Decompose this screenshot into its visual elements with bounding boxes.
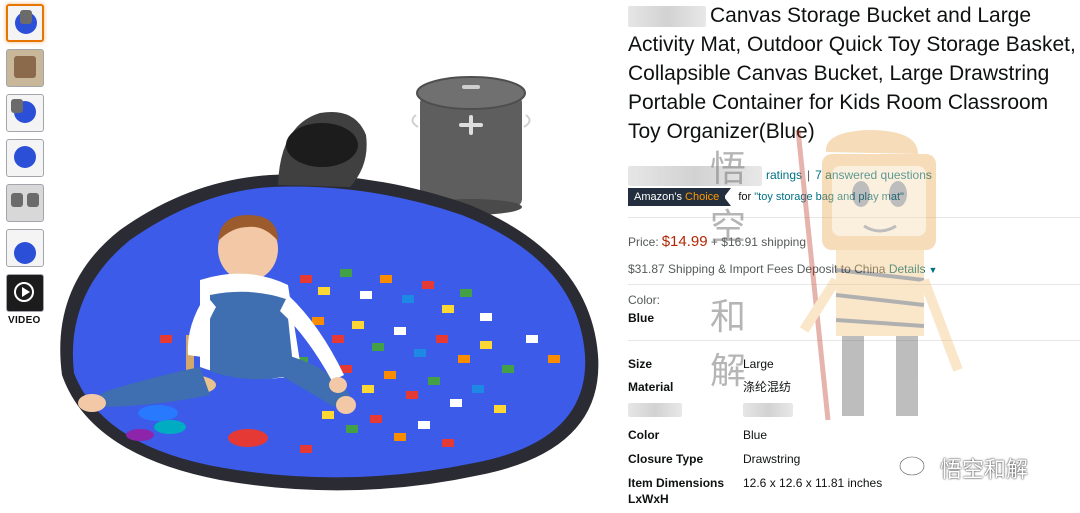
badge-query-link[interactable]: "toy storage bag and play mat" (754, 191, 904, 203)
wechat-icon (898, 455, 934, 479)
blurred-spec-key (628, 403, 682, 417)
spec-value: 12.6 x 12.6 x 11.81 inches (743, 476, 883, 490)
spec-key: Closure Type (628, 452, 704, 466)
color-label: Color: (628, 293, 661, 307)
watermark-char: 悟 (710, 149, 747, 190)
watermark-text: 悟空和解 (940, 458, 1029, 483)
thumbnail-3[interactable] (6, 94, 44, 132)
divider (628, 340, 1080, 341)
product-title: Canvas Storage Bucket and Large Activity… (628, 1, 1080, 146)
main-product-image[interactable] (50, 55, 620, 513)
amazons-choice-row: Amazon's Choice for "toy storage bag and… (628, 188, 904, 206)
thumbnail-strip: VIDEO (4, 4, 48, 326)
spec-value: Blue (743, 428, 768, 442)
blurred-brand (628, 5, 706, 27)
price-amount: $14.99 (661, 233, 708, 250)
spec-value: 涤纶混纺 (743, 380, 792, 394)
divider (628, 284, 1080, 285)
answered-questions-link[interactable]: 7 answered questions (815, 168, 932, 182)
import-fees-row: $31.87 Shipping & Import Fees Deposit to… (628, 262, 937, 276)
chevron-down-icon[interactable]: ▼ (929, 265, 938, 275)
video-label: VIDEO (8, 315, 41, 326)
watermark-char: 解 (710, 351, 747, 392)
spec-key: Color (628, 428, 660, 442)
spec-value: Drawstring (743, 452, 801, 466)
import-fees-text: $31.87 Shipping & Import Fees Deposit to… (628, 262, 886, 276)
thumbnail-video[interactable] (6, 274, 44, 312)
rating-row: ratings | 7 answered questions (628, 166, 932, 186)
product-details: Canvas Storage Bucket and Large Activity… (628, 0, 1080, 506)
watermark-char: 空 (710, 207, 747, 248)
blurred-spec-value (743, 403, 793, 417)
separator: | (807, 168, 811, 183)
play-icon (14, 282, 34, 302)
watermark-char: 和 (710, 297, 747, 338)
details-link[interactable]: Details (889, 262, 926, 276)
spec-value: Large (743, 357, 774, 371)
badge-for-text: for "toy storage bag and play mat" (738, 191, 904, 203)
badge-prefix: Amazon's (634, 191, 682, 203)
color-value: Blue (628, 311, 655, 325)
thumbnail-1[interactable] (6, 4, 44, 42)
thumbnail-5[interactable] (6, 184, 44, 222)
thumbnail-6[interactable] (6, 229, 44, 267)
price-label: Price: (628, 235, 659, 249)
ratings-link[interactable]: ratings (766, 168, 802, 182)
thumbnail-4[interactable] (6, 139, 44, 177)
divider (628, 217, 1080, 218)
spec-key: Item Dimensions LxWxH (628, 476, 725, 506)
thumbnail-2[interactable] (6, 49, 44, 87)
